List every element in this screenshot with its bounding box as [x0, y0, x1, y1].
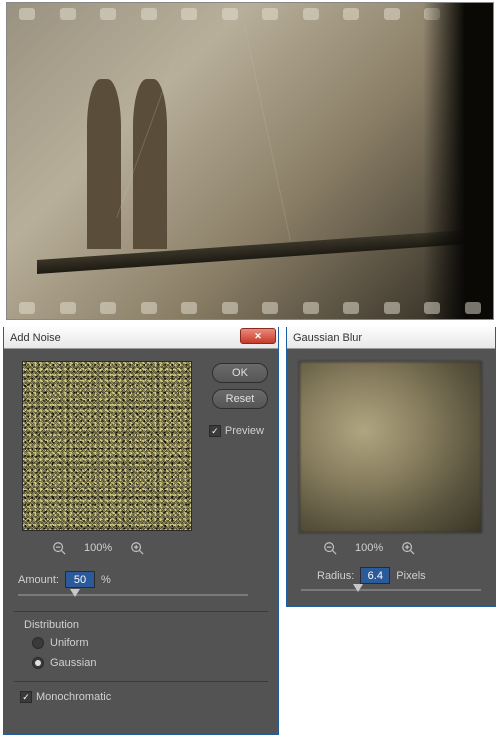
amount-unit: % [101, 574, 111, 586]
radius-unit: Pixels [396, 570, 425, 582]
uniform-radio-row: Uniform [32, 637, 89, 649]
divider [14, 611, 268, 612]
close-icon: ✕ [254, 331, 262, 342]
zoom-in-icon[interactable] [401, 541, 415, 555]
ok-button[interactable]: OK [212, 363, 268, 383]
radius-input[interactable] [360, 567, 390, 584]
scratch [244, 25, 291, 240]
film-burn-edge [423, 3, 493, 319]
zoom-in-icon[interactable] [130, 541, 144, 555]
zoom-level: 100% [355, 542, 383, 554]
film-sprockets-top [7, 5, 493, 23]
zoom-controls: 100% [52, 541, 144, 555]
close-button[interactable]: ✕ [240, 328, 276, 344]
preview-label: Preview [225, 425, 264, 437]
monochromatic-checkbox[interactable]: ✓ [20, 691, 32, 703]
gaussian-radio[interactable] [32, 657, 44, 669]
zoom-level: 100% [84, 542, 112, 554]
noise-preview[interactable] [22, 361, 192, 531]
amount-row: Amount: % [18, 571, 111, 588]
add-noise-titlebar[interactable]: Add Noise ✕ [4, 327, 278, 349]
distribution-label: Distribution [24, 619, 79, 631]
radius-slider-thumb[interactable] [353, 584, 363, 592]
radius-row: Radius: Pixels [317, 567, 426, 584]
preview-checkbox-row: ✓ Preview [209, 425, 264, 437]
preview-checkbox[interactable]: ✓ [209, 425, 221, 437]
amount-slider-thumb[interactable] [70, 589, 80, 597]
gaussian-blur-titlebar[interactable]: Gaussian Blur [287, 327, 495, 349]
radius-slider[interactable] [301, 589, 481, 591]
dialog-buttons: OK Reset [212, 363, 268, 415]
monochromatic-label: Monochromatic [36, 691, 111, 703]
reset-button[interactable]: Reset [212, 389, 268, 409]
film-sprockets-bottom [7, 299, 493, 317]
add-noise-dialog: Add Noise ✕ OK Reset ✓ Preview 100% Amou… [3, 327, 279, 735]
gaussian-blur-title: Gaussian Blur [293, 332, 362, 344]
bridge-tower [87, 79, 167, 249]
zoom-controls: 100% [323, 541, 415, 555]
amount-input[interactable] [65, 571, 95, 588]
gaussian-label: Gaussian [50, 657, 96, 669]
gaussian-blur-dialog: Gaussian Blur 100% Radius: Pixels [286, 327, 496, 607]
amount-label: Amount: [18, 574, 59, 586]
uniform-label: Uniform [50, 637, 89, 649]
zoom-out-icon[interactable] [323, 541, 337, 555]
zoom-out-icon[interactable] [52, 541, 66, 555]
blur-preview[interactable] [299, 361, 482, 533]
uniform-radio[interactable] [32, 637, 44, 649]
gaussian-radio-row: Gaussian [32, 657, 96, 669]
amount-slider[interactable] [18, 594, 248, 596]
radius-label: Radius: [317, 570, 354, 582]
monochromatic-row: ✓ Monochromatic [20, 691, 111, 703]
divider [14, 681, 268, 682]
add-noise-title: Add Noise [10, 332, 61, 344]
bridge-film-photo [6, 2, 494, 320]
